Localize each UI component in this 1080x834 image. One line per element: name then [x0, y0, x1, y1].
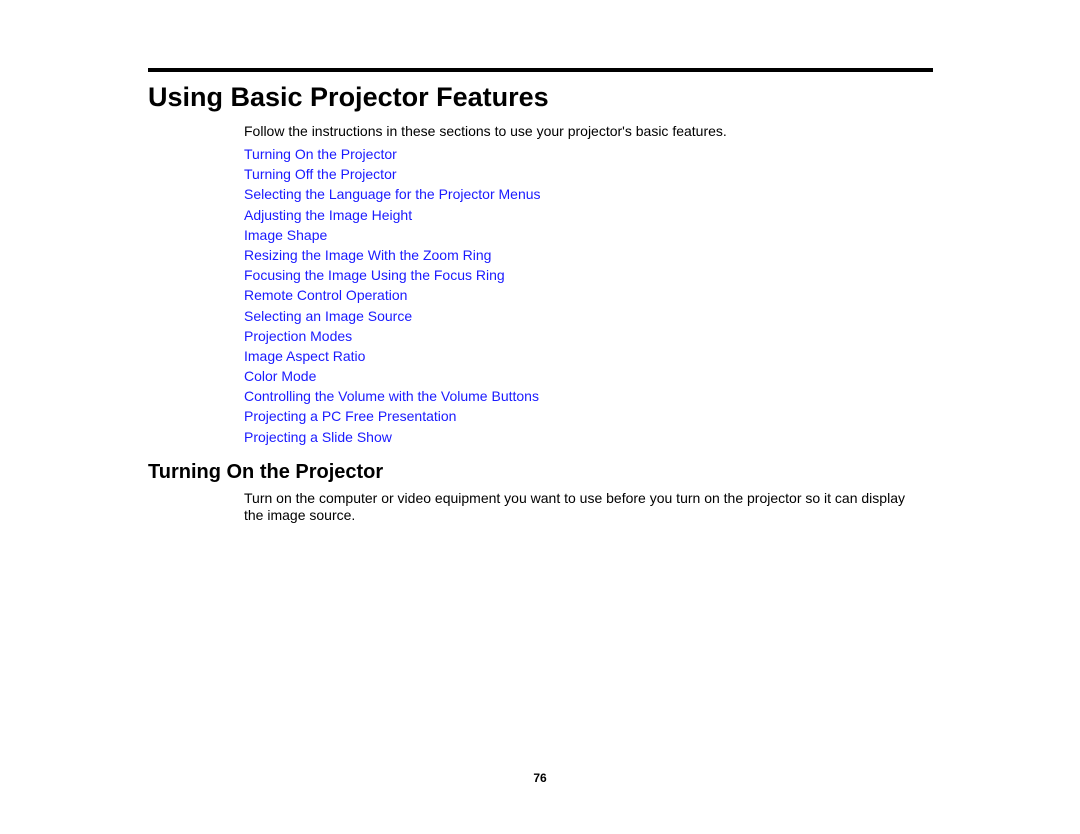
link-item: Projecting a PC Free Presentation	[244, 407, 541, 427]
link-zoom-ring[interactable]: Resizing the Image With the Zoom Ring	[244, 247, 491, 263]
link-item: Image Shape	[244, 226, 541, 246]
page-number: 76	[533, 771, 547, 785]
link-aspect-ratio[interactable]: Image Aspect Ratio	[244, 348, 365, 364]
link-image-height[interactable]: Adjusting the Image Height	[244, 207, 412, 223]
link-item: Projection Modes	[244, 327, 541, 347]
intro-text: Follow the instructions in these section…	[244, 123, 727, 139]
link-item: Remote Control Operation	[244, 286, 541, 306]
heading-rule	[148, 68, 933, 72]
section-links: Turning On the Projector Turning Off the…	[244, 145, 541, 448]
link-remote-control[interactable]: Remote Control Operation	[244, 287, 407, 303]
link-item: Focusing the Image Using the Focus Ring	[244, 266, 541, 286]
link-item: Projecting a Slide Show	[244, 428, 541, 448]
section-body: Turn on the computer or video equipment …	[244, 490, 905, 523]
link-item: Turning Off the Projector	[244, 165, 541, 185]
link-turning-on[interactable]: Turning On the Projector	[244, 146, 397, 162]
link-color-mode[interactable]: Color Mode	[244, 368, 316, 384]
link-language[interactable]: Selecting the Language for the Projector…	[244, 186, 541, 202]
section-heading: Turning On the Projector	[148, 461, 384, 483]
link-item: Adjusting the Image Height	[244, 206, 541, 226]
link-item: Image Aspect Ratio	[244, 347, 541, 367]
link-image-source[interactable]: Selecting an Image Source	[244, 308, 412, 324]
link-projection-modes[interactable]: Projection Modes	[244, 328, 352, 344]
link-slide-show[interactable]: Projecting a Slide Show	[244, 429, 392, 445]
link-item: Color Mode	[244, 367, 541, 387]
link-focus-ring[interactable]: Focusing the Image Using the Focus Ring	[244, 267, 505, 283]
link-turning-off[interactable]: Turning Off the Projector	[244, 166, 397, 182]
link-item: Resizing the Image With the Zoom Ring	[244, 246, 541, 266]
link-item: Selecting the Language for the Projector…	[244, 185, 541, 205]
link-item: Selecting an Image Source	[244, 307, 541, 327]
link-image-shape[interactable]: Image Shape	[244, 227, 327, 243]
page-title: Using Basic Projector Features	[148, 82, 549, 112]
link-volume[interactable]: Controlling the Volume with the Volume B…	[244, 388, 539, 404]
link-pc-free[interactable]: Projecting a PC Free Presentation	[244, 408, 456, 424]
link-item: Controlling the Volume with the Volume B…	[244, 387, 541, 407]
link-item: Turning On the Projector	[244, 145, 541, 165]
